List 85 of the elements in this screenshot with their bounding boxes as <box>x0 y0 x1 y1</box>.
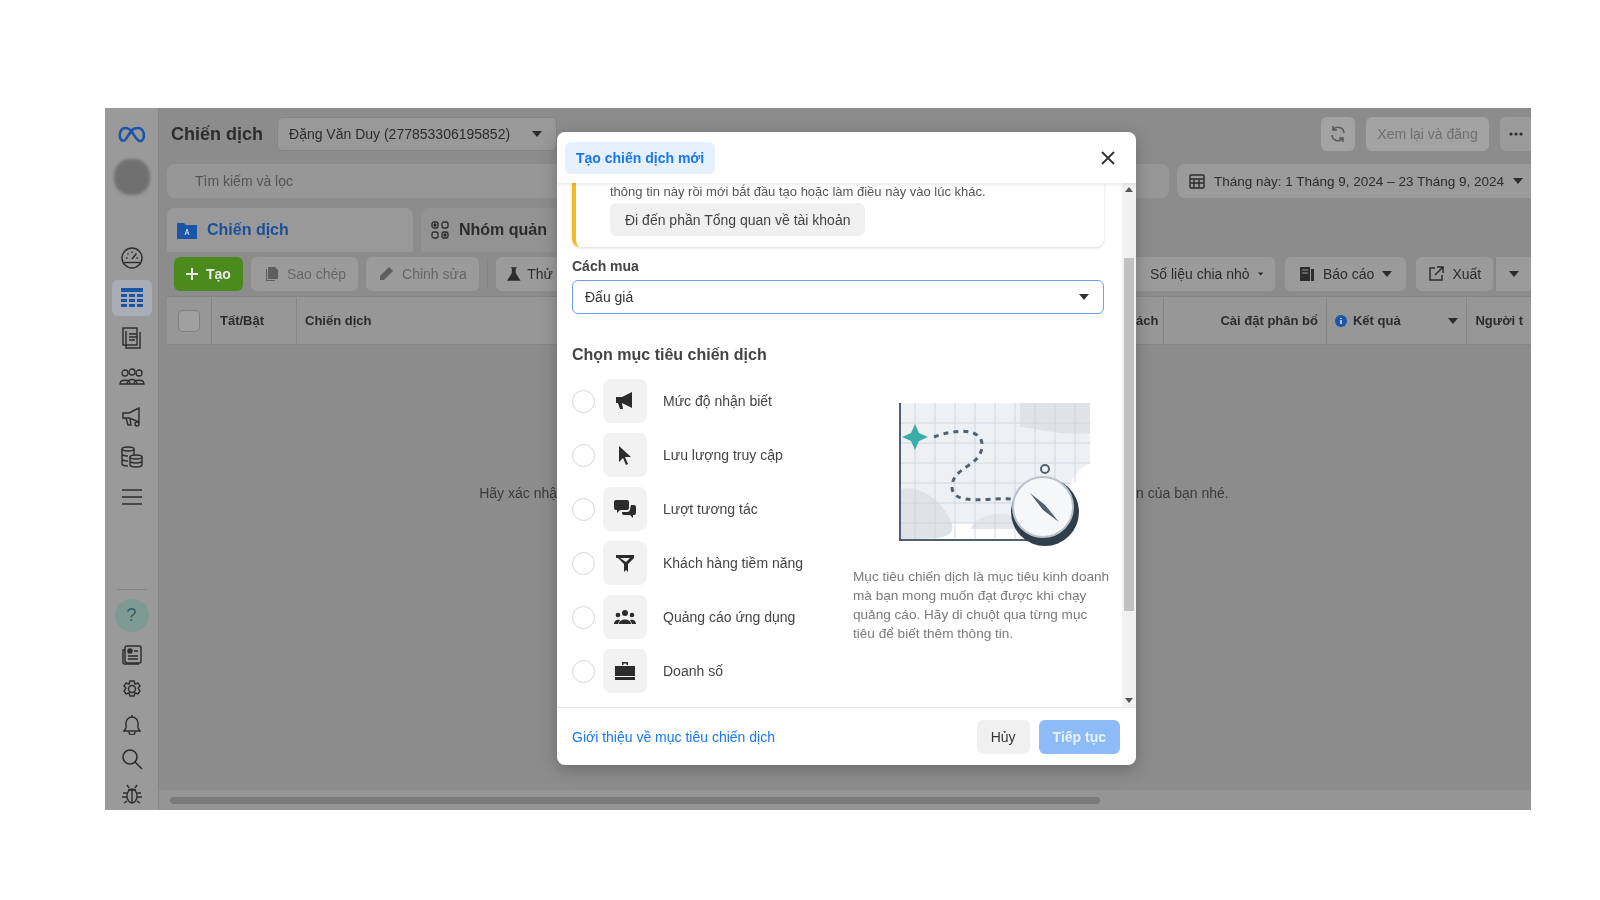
coins-icon <box>119 445 144 470</box>
pencil-icon <box>378 266 395 282</box>
infinity-logo <box>116 126 147 144</box>
radio-button[interactable] <box>572 443 595 467</box>
account-overview-button[interactable]: Đi đến phần Tổng quan về tài khoản <box>610 203 866 236</box>
radio-button[interactable] <box>572 659 595 683</box>
refresh-icon <box>1329 125 1347 143</box>
table-icon <box>119 287 144 310</box>
objective-label[interactable]: Mức độ nhận biết <box>663 393 772 409</box>
funnel-icon <box>616 554 634 572</box>
caret-icon <box>1382 271 1393 277</box>
caret-icon <box>1079 294 1089 300</box>
field-label: Cách mua <box>572 258 640 274</box>
menu-icon <box>120 487 143 506</box>
description-text: Mục tiêu chiến dịch là mục tiêu kinh doanh mà bạn mong muốn đạt được khi chạy quảng cáo. Hãy di chuột qua từng mục tiêu để biết thêm thông tin. <box>853 568 1111 643</box>
checkbox[interactable] <box>178 309 200 332</box>
date-range-button[interactable]: Tháng này: 1 Tháng 9, 2024 – 23 Tháng 9, 2024 <box>1177 164 1531 198</box>
flask-icon <box>505 266 522 282</box>
plus-icon <box>186 268 198 280</box>
bell-icon <box>120 713 143 736</box>
learn-more-link[interactable]: Giới thiệu về mục tiêu chiến dịch <box>572 728 968 745</box>
chat-icon <box>614 499 636 519</box>
page-title: Chiến dịch <box>171 123 263 145</box>
column-header: Cài đặt phân bổ <box>1163 297 1327 344</box>
people-icon <box>614 609 636 625</box>
more-icon <box>1509 132 1523 136</box>
dropdown-button[interactable]: Số liệu chia nhỏ <box>1136 257 1275 291</box>
objective-label[interactable]: Lưu lượng truy cập <box>663 447 783 463</box>
newspaper-icon <box>120 643 143 666</box>
tab[interactable]: Chiến dịch <box>167 208 413 252</box>
close-icon <box>1100 149 1116 166</box>
radio-button[interactable] <box>572 605 595 629</box>
notice-text: thông tin này rồi mới bắt đầu tạo hoặc làm điều này vào lúc khác. <box>610 184 987 200</box>
toolbar-button[interactable]: Xuất <box>1416 257 1494 291</box>
column-header: Người t <box>1474 312 1524 330</box>
export-icon <box>1428 266 1445 282</box>
empty-message: n của bạn nhé. <box>1136 485 1229 501</box>
pages-icon <box>119 325 144 350</box>
cursor-icon <box>618 445 632 465</box>
caret-icon <box>1513 178 1523 184</box>
briefcase-icon <box>615 662 635 680</box>
objective-label[interactable]: Lượt tương tác <box>663 501 758 517</box>
cancel-button[interactable]: Hủy <box>976 719 1030 754</box>
megaphone-icon <box>615 392 635 410</box>
caret-icon <box>1508 271 1519 277</box>
account-dropdown[interactable]: Đặng Văn Duy (277853306195852) <box>277 117 557 151</box>
dropdown-button[interactable]: Báo cáo <box>1285 257 1407 291</box>
scroll-down-icon <box>1125 698 1133 703</box>
create-button[interactable]: Tạo <box>174 257 243 291</box>
buying-type-dropdown[interactable]: Đấu giá <box>572 280 1104 314</box>
grid-icon <box>431 221 449 239</box>
radio-button[interactable] <box>572 551 595 575</box>
scrollbar[interactable] <box>1122 183 1136 707</box>
column-header: Kết quả <box>1352 313 1401 328</box>
search-field[interactable] <box>1136 164 1169 198</box>
bug-icon <box>120 782 143 805</box>
toolbar-button[interactable]: Thử <box>495 257 557 291</box>
objective-label[interactable]: Quảng cáo ứng dụng <box>663 609 796 625</box>
info-icon <box>1334 314 1347 327</box>
avatar[interactable] <box>113 158 150 195</box>
search-icon <box>120 747 143 770</box>
empty-message: Hãy xác nhậ <box>479 485 557 501</box>
objective-label[interactable]: Doanh số <box>663 663 723 679</box>
scrollbar[interactable] <box>170 796 1100 804</box>
folder-icon <box>177 221 197 239</box>
calendar-icon <box>1189 173 1205 189</box>
people-icon <box>118 367 145 388</box>
caret-icon <box>1448 317 1459 324</box>
radio-button[interactable] <box>572 497 595 521</box>
section-heading: Chọn mục tiêu chiến dịch <box>572 346 768 364</box>
objective-label[interactable]: Khách hàng tiềm năng <box>663 555 804 571</box>
caret-icon <box>532 131 542 137</box>
sidebar-item[interactable] <box>111 280 152 316</box>
tab[interactable]: Nhóm quản <box>421 208 557 252</box>
gauge-icon <box>119 246 144 271</box>
dropdown-button[interactable] <box>1495 257 1531 291</box>
caret-icon <box>1257 271 1263 277</box>
tab[interactable]: Tạo chiến dịch mới <box>565 141 716 174</box>
scroll-up-icon <box>1125 187 1133 192</box>
report-icon <box>1299 266 1315 282</box>
radio-button[interactable] <box>572 389 595 413</box>
more-button[interactable] <box>1500 117 1531 151</box>
column-header: Tất/Bật <box>212 297 297 344</box>
column-header: Chiến dịch <box>304 312 373 330</box>
refresh-button[interactable] <box>1321 117 1355 151</box>
